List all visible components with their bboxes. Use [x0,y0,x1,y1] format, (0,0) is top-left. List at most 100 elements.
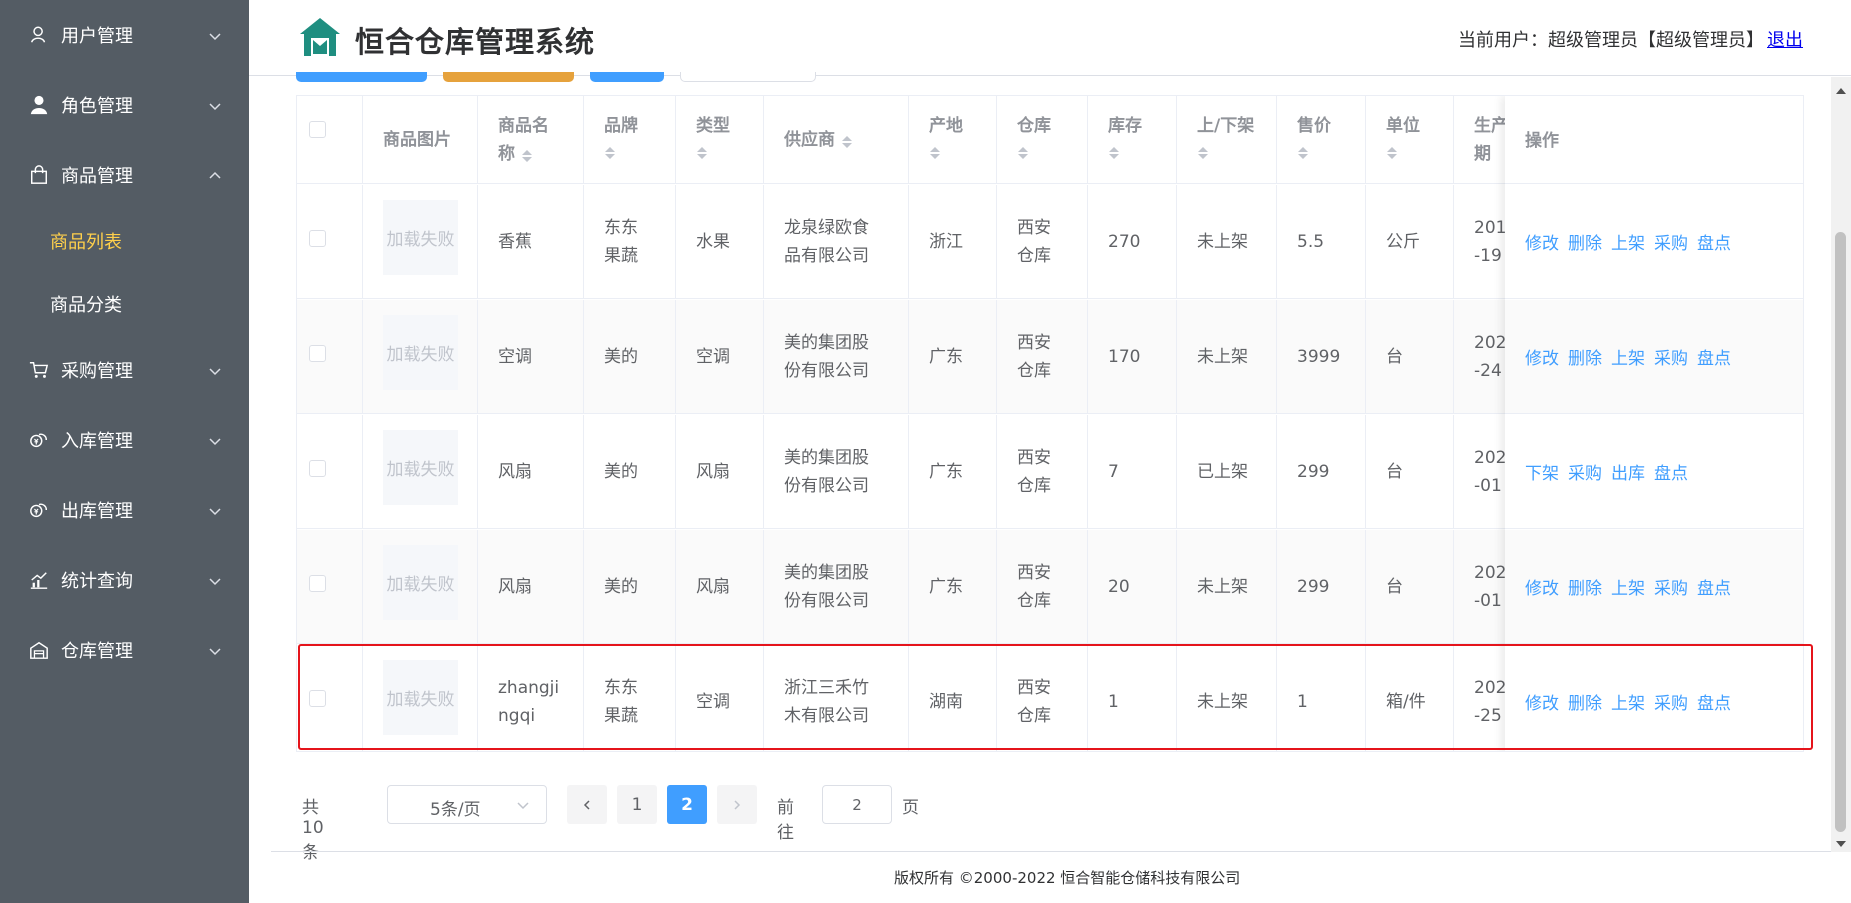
goto-page-input[interactable] [822,785,892,824]
action-link[interactable]: 下架 [1525,459,1559,484]
chevron-down-icon [517,802,529,810]
page-scrollbar[interactable] [1831,77,1851,852]
sidebar-menu-item[interactable]: 仓库管理 [0,618,249,682]
prev-page-button[interactable] [567,785,607,824]
status-value: 未上架 [1197,347,1248,367]
sidebar-submenu-item[interactable]: 商品分类 [0,276,249,332]
scrollbar-thumb[interactable] [1835,232,1846,832]
sidebar-submenu-item[interactable]: 商品列表 [0,213,249,269]
action-link[interactable]: 上架 [1611,229,1645,254]
scroll-down-arrow-icon[interactable] [1836,841,1846,852]
sort-caret-icon[interactable] [1017,140,1029,162]
sidebar-menu-item[interactable]: 用户管理 [0,3,249,67]
sidebar-menu-item[interactable]: 商品管理 [0,143,249,207]
action-link[interactable]: 盘点 [1697,229,1731,254]
action-link[interactable]: 盘点 [1697,344,1731,369]
sort-caret-icon[interactable] [841,129,853,151]
action-link[interactable]: 修改 [1525,229,1559,254]
action-link[interactable]: 采购 [1654,689,1688,714]
warehouse-logo-icon [300,18,340,56]
action-link[interactable]: 盘点 [1654,459,1688,484]
sort-caret-icon[interactable] [521,143,533,165]
warehouse-value: 西安仓库 [1017,678,1051,726]
column-header-label: 售价 [1297,116,1331,136]
unit-cell: 台 [1366,530,1454,644]
action-link[interactable]: 删除 [1568,344,1602,369]
logout-link[interactable]: 退出 [1767,26,1803,52]
type-value: 风扇 [696,577,730,597]
sidebar-menu-item[interactable]: 角色管理 [0,73,249,137]
sidebar-menu-item[interactable]: 出库管理 [0,478,249,542]
column-header-price[interactable]: 售价 [1277,96,1366,184]
user-outline-icon [28,24,50,46]
column-header-name[interactable]: 商品名称 [478,96,584,184]
column-header-warehouse[interactable]: 仓库 [997,96,1088,184]
action-link[interactable]: 盘点 [1697,689,1731,714]
brand-value: 美的 [604,462,638,482]
date-value-part: 202 [1474,563,1507,583]
date-value: 202 -24 [1474,329,1506,385]
action-link[interactable]: 删除 [1568,574,1602,599]
column-header-stock[interactable]: 库存 [1088,96,1177,184]
column-header-supplier[interactable]: 供应商 [764,96,909,184]
select-all-checkbox[interactable] [309,121,326,138]
sort-caret-icon[interactable] [1386,140,1398,162]
origin-value: 广东 [929,462,963,482]
column-header-brand[interactable]: 品牌 [584,96,676,184]
sort-caret-icon[interactable] [929,140,941,162]
action-link[interactable]: 采购 [1654,344,1688,369]
action-link[interactable]: 修改 [1525,574,1559,599]
chevron-down-icon [208,643,222,657]
action-link[interactable]: 采购 [1654,229,1688,254]
column-header-label: 产地 [929,116,963,136]
action-link[interactable]: 盘点 [1697,574,1731,599]
action-link[interactable]: 上架 [1611,689,1645,714]
date-value: 202 -25 [1474,674,1506,730]
action-link[interactable]: 采购 [1654,574,1688,599]
sidebar-submenu-label: 商品分类 [50,295,122,316]
sort-caret-icon[interactable] [696,140,708,162]
sort-caret-icon[interactable] [1108,140,1120,162]
row-checkbox-cell [297,530,363,644]
sort-caret-icon[interactable] [604,140,616,162]
scroll-up-arrow-icon[interactable] [1836,83,1846,94]
copyright-text: 版权所有 ©2000-2022 恒合智能仓储科技有限公司 [894,869,1241,887]
image-cell: 加载失败 [363,185,478,299]
operations-cell: 修改 删除 上架 采购 盘点 [1505,645,1803,751]
action-link[interactable]: 删除 [1568,229,1602,254]
price-value: 1 [1297,692,1308,712]
column-header-label: 类型 [696,116,730,136]
supplier-value: 美的集团股份有限公司 [784,333,869,381]
action-link[interactable]: 修改 [1525,689,1559,714]
action-link[interactable]: 上架 [1611,344,1645,369]
sort-caret-icon[interactable] [1197,140,1209,162]
action-link[interactable]: 修改 [1525,344,1559,369]
row-checkbox[interactable] [309,230,326,247]
action-link[interactable]: 删除 [1568,689,1602,714]
action-link[interactable]: 出库 [1611,459,1645,484]
column-header-unit[interactable]: 单位 [1366,96,1454,184]
page-size-select[interactable]: 5条/页 [387,785,547,824]
action-link[interactable]: 采购 [1568,459,1602,484]
next-page-button[interactable] [717,785,757,824]
column-header-type[interactable]: 类型 [676,96,764,184]
sidebar-menu-item[interactable]: 采购管理 [0,338,249,402]
sidebar-menu-item[interactable]: 入库管理 [0,408,249,472]
page-button-2[interactable]: 2 [667,785,707,824]
column-header-status[interactable]: 上/下架 [1177,96,1277,184]
sort-caret-icon[interactable] [1297,140,1309,162]
column-header-label: 仓库 [1017,116,1051,136]
row-checkbox[interactable] [309,575,326,592]
row-checkbox[interactable] [309,460,326,477]
type-value: 水果 [696,232,730,252]
row-checkbox[interactable] [309,345,326,362]
row-checkbox[interactable] [309,690,326,707]
action-link[interactable]: 上架 [1611,574,1645,599]
image-cell: 加载失败 [363,300,478,414]
origin-cell: 广东 [909,530,997,644]
origin-cell: 广东 [909,300,997,414]
sidebar-menu-item[interactable]: 统计查询 [0,548,249,612]
page-button-1[interactable]: 1 [617,785,657,824]
column-header-origin[interactable]: 产地 [909,96,997,184]
stock-value: 170 [1108,347,1141,367]
